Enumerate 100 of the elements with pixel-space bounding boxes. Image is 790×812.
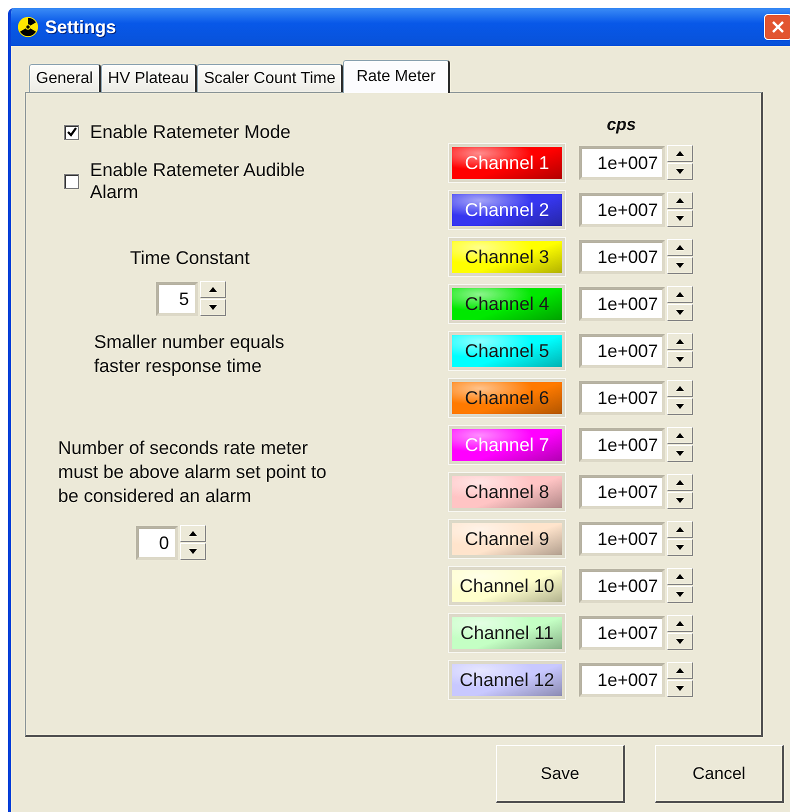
checkbox-label: Enable Ratemeter Audible Alarm	[90, 159, 306, 203]
up-arrow-icon	[189, 531, 197, 536]
spin-up-button[interactable]	[667, 615, 693, 632]
cps-field[interactable]: 1e+007	[579, 616, 665, 650]
spin-down-button[interactable]	[667, 539, 693, 556]
column-header: cps	[606, 115, 636, 136]
cps-field[interactable]: 1e+007	[579, 240, 665, 274]
cps-field[interactable]: 1e+007	[579, 662, 665, 696]
channel-button[interactable]: Channel 12	[449, 660, 565, 698]
cps-field[interactable]: 1e+007	[579, 334, 665, 368]
tab[interactable]: HV Plateau	[100, 64, 197, 92]
channel-button[interactable]: Channel 11	[449, 614, 565, 652]
spin-up-button[interactable]	[180, 525, 206, 542]
spin-up-button[interactable]	[667, 333, 693, 350]
up-arrow-icon	[676, 433, 684, 438]
channel-button[interactable]: Channel 6	[449, 378, 565, 416]
checkbox[interactable]	[64, 124, 79, 140]
up-arrow-icon	[676, 245, 684, 250]
channel-button[interactable]: Channel 2	[449, 190, 565, 228]
down-arrow-icon	[676, 592, 684, 597]
spin-down-button[interactable]	[667, 351, 693, 368]
spin-up-button[interactable]	[667, 474, 693, 491]
tab[interactable]: Rate Meter	[343, 60, 450, 93]
spin-down-button[interactable]	[667, 210, 693, 227]
radiation-icon	[17, 16, 39, 38]
checkbox[interactable]	[64, 174, 79, 188]
spin-down-button[interactable]	[667, 633, 693, 650]
up-arrow-icon	[676, 292, 684, 297]
down-arrow-icon	[676, 404, 684, 409]
cps-field[interactable]: 1e+007	[579, 474, 665, 508]
alarm-delay-label: Number of seconds rate meter must be above alarm set point to be considered an alarm	[58, 436, 328, 508]
down-arrow-icon	[676, 357, 684, 362]
channel-button[interactable]: Channel 4	[449, 284, 565, 322]
tab[interactable]: General	[29, 64, 101, 92]
channel-button[interactable]: Channel 8	[449, 472, 565, 510]
window-title: Settings	[45, 16, 116, 38]
spin-up-button[interactable]	[667, 568, 693, 585]
up-arrow-icon	[676, 386, 684, 391]
spin-down-button[interactable]	[667, 304, 693, 321]
down-arrow-icon	[676, 498, 684, 503]
time-constant-field[interactable]: 5	[156, 282, 198, 316]
down-arrow-icon	[676, 451, 684, 456]
up-arrow-icon	[676, 527, 684, 532]
spin-down-button[interactable]	[667, 586, 693, 603]
dialog-button[interactable]: Save	[496, 745, 625, 803]
down-arrow-icon	[209, 305, 217, 310]
spin-up-button[interactable]	[667, 521, 693, 538]
checkbox-label: Enable Ratemeter Mode	[90, 121, 291, 143]
up-arrow-icon	[676, 480, 684, 485]
spin-up-button[interactable]	[667, 145, 693, 162]
up-arrow-icon	[676, 621, 684, 626]
down-arrow-icon	[676, 310, 684, 315]
spin-down-button[interactable]	[667, 445, 693, 462]
up-arrow-icon	[209, 287, 217, 292]
spin-down-button[interactable]	[667, 492, 693, 509]
channel-button[interactable]: Channel 1	[449, 144, 565, 182]
up-arrow-icon	[676, 668, 684, 673]
spin-up-button[interactable]	[667, 192, 693, 209]
close-icon	[770, 19, 786, 35]
cps-field[interactable]: 1e+007	[579, 192, 665, 226]
cps-field[interactable]: 1e+007	[579, 380, 665, 414]
channel-button[interactable]: Channel 7	[449, 426, 565, 464]
hint-text: Smaller number equals faster response time	[94, 330, 286, 378]
spin-up-button[interactable]	[667, 427, 693, 444]
spin-up-button[interactable]	[667, 662, 693, 679]
spin-down-button[interactable]	[667, 257, 693, 274]
spin-down-button[interactable]	[667, 398, 693, 415]
channel-button[interactable]: Channel 5	[449, 332, 565, 370]
up-arrow-icon	[676, 339, 684, 344]
down-arrow-icon	[676, 216, 684, 221]
down-arrow-icon	[676, 169, 684, 174]
spin-up-button[interactable]	[667, 380, 693, 397]
channel-button[interactable]: Channel 9	[449, 520, 565, 558]
channel-button[interactable]: Channel 10	[449, 566, 565, 604]
dialog-button[interactable]: Cancel	[655, 745, 784, 803]
tab[interactable]: Scaler Count Time	[196, 64, 344, 92]
down-arrow-icon	[676, 545, 684, 550]
spin-down-button[interactable]	[667, 163, 693, 180]
time-constant-label: Time Constant	[130, 247, 250, 269]
spin-down-button[interactable]	[667, 680, 693, 697]
down-arrow-icon	[676, 639, 684, 644]
checkmark-icon	[66, 126, 78, 138]
cps-field[interactable]: 1e+007	[579, 146, 665, 180]
cps-field[interactable]: 1e+007	[579, 568, 665, 602]
down-arrow-icon	[189, 549, 197, 554]
alarm-delay-field[interactable]: 0	[136, 526, 178, 560]
cps-field[interactable]: 1e+007	[579, 522, 665, 556]
up-arrow-icon	[676, 198, 684, 203]
up-arrow-icon	[676, 574, 684, 579]
spin-down-button[interactable]	[180, 543, 206, 560]
cps-field[interactable]: 1e+007	[579, 428, 665, 462]
spin-up-button[interactable]	[667, 239, 693, 256]
down-arrow-icon	[676, 263, 684, 268]
down-arrow-icon	[676, 686, 684, 691]
cps-field[interactable]: 1e+007	[579, 286, 665, 320]
channel-button[interactable]: Channel 3	[449, 238, 565, 276]
spin-up-button[interactable]	[667, 286, 693, 303]
spin-down-button[interactable]	[200, 299, 226, 316]
close-button[interactable]	[764, 14, 790, 40]
spin-up-button[interactable]	[200, 281, 226, 298]
